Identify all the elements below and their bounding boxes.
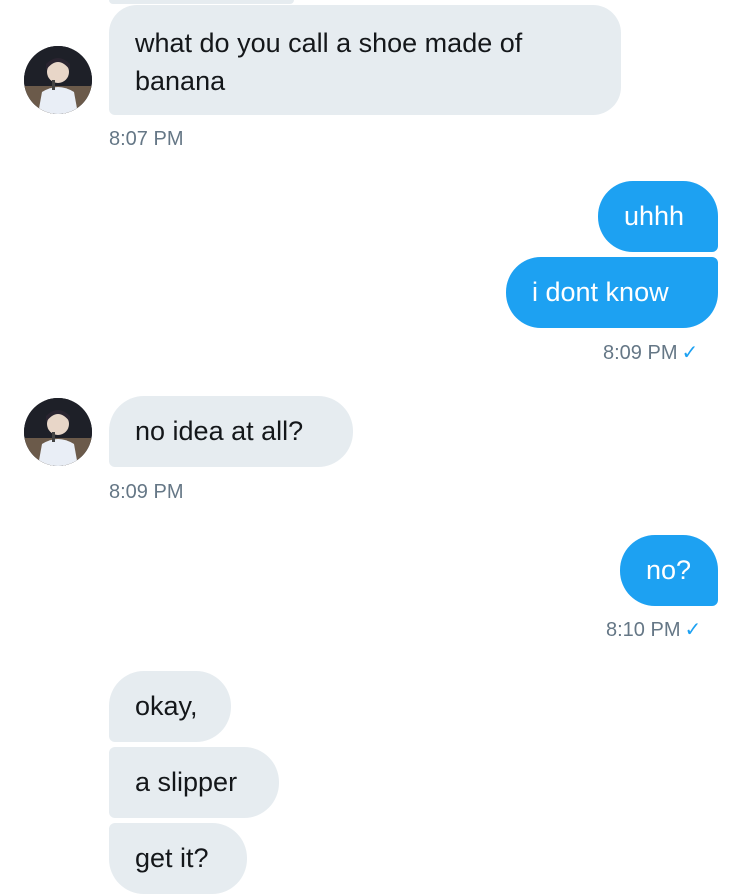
contact-avatar[interactable] xyxy=(24,398,92,466)
avatar-photo-icon xyxy=(24,398,92,466)
message-bubble-received[interactable]: okay, xyxy=(109,671,231,742)
message-bubble-received[interactable]: no idea at all? xyxy=(109,396,353,467)
message-bubble-sent[interactable]: i dont know xyxy=(506,257,718,328)
message-bubble-sent[interactable]: no? xyxy=(620,535,718,606)
check-icon: ✓ xyxy=(684,619,702,641)
previous-message-bubble-edge xyxy=(109,0,294,4)
message-timestamp: 8:09 PM xyxy=(109,481,184,503)
check-icon: ✓ xyxy=(681,342,699,364)
contact-avatar[interactable] xyxy=(24,46,92,114)
avatar-photo-icon xyxy=(24,46,92,114)
timestamp-text: 8:10 PM xyxy=(606,619,681,641)
message-timestamp: 8:10 PM ✓ xyxy=(606,618,701,642)
message-bubble-sent[interactable]: uhhh xyxy=(598,181,718,252)
message-bubble-received[interactable]: what do you call a shoe made of banana xyxy=(109,5,621,115)
message-bubble-received[interactable]: get it? xyxy=(109,823,247,894)
message-timestamp: 8:09 PM ✓ xyxy=(603,341,698,365)
message-bubble-received[interactable]: a slipper xyxy=(109,747,279,818)
timestamp-text: 8:09 PM xyxy=(603,342,678,364)
message-timestamp: 8:07 PM xyxy=(109,128,184,150)
